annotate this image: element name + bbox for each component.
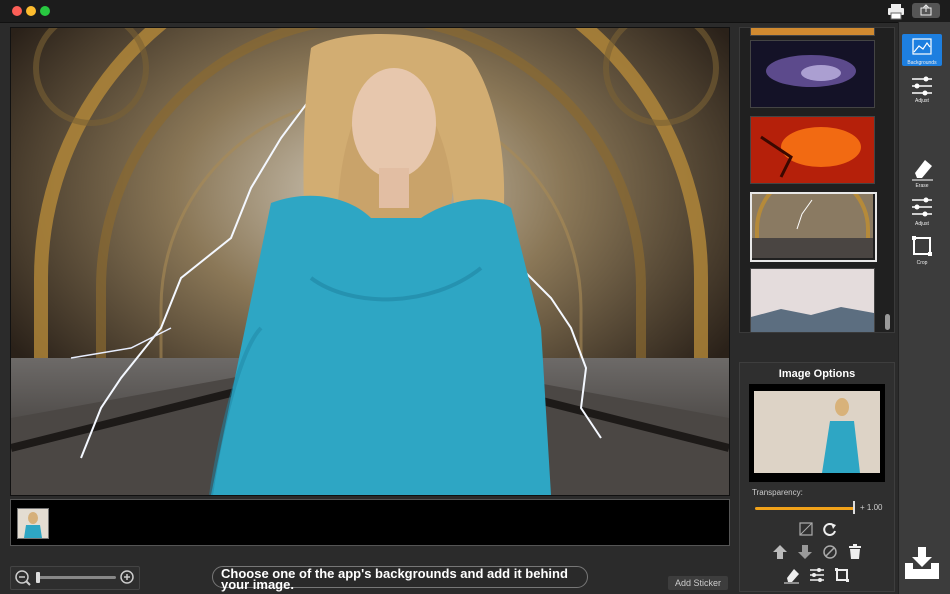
- gallery-item-image: [751, 269, 874, 332]
- tool-adjust-background[interactable]: Adjust: [899, 74, 950, 114]
- sliders-icon: [912, 197, 932, 217]
- crop-icon: [912, 236, 932, 256]
- trash-icon: [849, 544, 861, 559]
- tool-crop[interactable]: Crop: [899, 234, 950, 274]
- zoom-control: [10, 566, 140, 590]
- arrow-up-icon: [773, 545, 787, 559]
- eraser-icon: [912, 160, 933, 181]
- preview-subject: [822, 398, 860, 473]
- zoom-window-button[interactable]: [40, 6, 50, 16]
- title-bar: [0, 0, 950, 23]
- gallery-item-image: [751, 28, 874, 35]
- hint-caption-text: Choose one of the app's backgrounds and …: [221, 566, 568, 592]
- tool-label: Adjust: [915, 98, 929, 104]
- transparency-value: + 1.00: [860, 503, 883, 512]
- gallery-scrollbar[interactable]: [883, 28, 891, 331]
- transparency-slider-knob[interactable]: [853, 501, 855, 514]
- tool-label: Crop: [916, 260, 928, 266]
- reset-icon: [823, 545, 837, 559]
- eraser-icon: [784, 569, 799, 584]
- right-toolbar: Backgrounds Adjust Erase Adjust Crop: [898, 22, 950, 594]
- transform-icon: [799, 522, 813, 536]
- add-sticker-button[interactable]: Add Sticker: [668, 576, 728, 590]
- transparency-label: Transparency:: [752, 488, 803, 497]
- arrow-down-icon: [798, 545, 812, 559]
- gallery-item[interactable]: [750, 268, 875, 332]
- zoom-slider[interactable]: [11, 567, 139, 589]
- save-button[interactable]: [903, 545, 941, 581]
- printer-icon: [888, 4, 904, 20]
- subject-woman[interactable]: [11, 28, 729, 495]
- rotate-button[interactable]: [821, 520, 839, 538]
- tool-adjust[interactable]: Adjust: [899, 195, 950, 235]
- transparency-slider[interactable]: [755, 507, 855, 510]
- sliders-icon: [810, 568, 824, 582]
- gallery-item[interactable]: [750, 40, 875, 108]
- image-options-title: Image Options: [778, 368, 856, 380]
- tool-label: Adjust: [915, 221, 929, 227]
- crop-button[interactable]: [833, 566, 851, 584]
- gallery-item-image: [752, 194, 873, 258]
- flip-button[interactable]: [797, 520, 815, 538]
- gallery-item-selected[interactable]: [750, 192, 877, 262]
- rotate-icon: [823, 523, 836, 536]
- image-options-panel: Image Options Transparency: + 1.00: [739, 362, 895, 592]
- background-gallery: [739, 27, 895, 333]
- gallery-item[interactable]: [750, 28, 875, 36]
- print-button[interactable]: [886, 2, 906, 20]
- send-backward-button[interactable]: [796, 543, 814, 561]
- delete-button[interactable]: [846, 543, 864, 561]
- close-window-button[interactable]: [12, 6, 22, 16]
- share-button[interactable]: [912, 3, 940, 18]
- reset-button[interactable]: [821, 543, 839, 561]
- bring-forward-button[interactable]: [771, 543, 789, 561]
- tool-label: Backgrounds: [907, 60, 937, 66]
- editor-canvas[interactable]: [10, 27, 730, 496]
- image-preview-picture: [754, 391, 880, 473]
- gallery-scroll-knob[interactable]: [885, 314, 890, 330]
- adjust-button[interactable]: [808, 566, 826, 584]
- tool-erase[interactable]: Erase: [899, 157, 950, 197]
- hint-caption: Choose one of the app's backgrounds and …: [212, 566, 588, 592]
- layer-thumbnail[interactable]: [17, 508, 49, 539]
- erase-button[interactable]: [783, 566, 801, 584]
- gallery-item-image: [751, 41, 874, 107]
- download-icon: [905, 547, 939, 579]
- gallery-item[interactable]: [750, 116, 875, 184]
- layer-thumbnail-image: [24, 512, 42, 538]
- crop-icon: [835, 568, 849, 582]
- layer-strip: [10, 499, 730, 546]
- minimize-window-button[interactable]: [26, 6, 36, 16]
- image-preview: [749, 384, 885, 482]
- tool-backgrounds[interactable]: Backgrounds: [899, 34, 950, 74]
- share-icon: [920, 4, 932, 16]
- tool-label: Erase: [915, 183, 929, 189]
- gallery-item-image: [751, 117, 874, 183]
